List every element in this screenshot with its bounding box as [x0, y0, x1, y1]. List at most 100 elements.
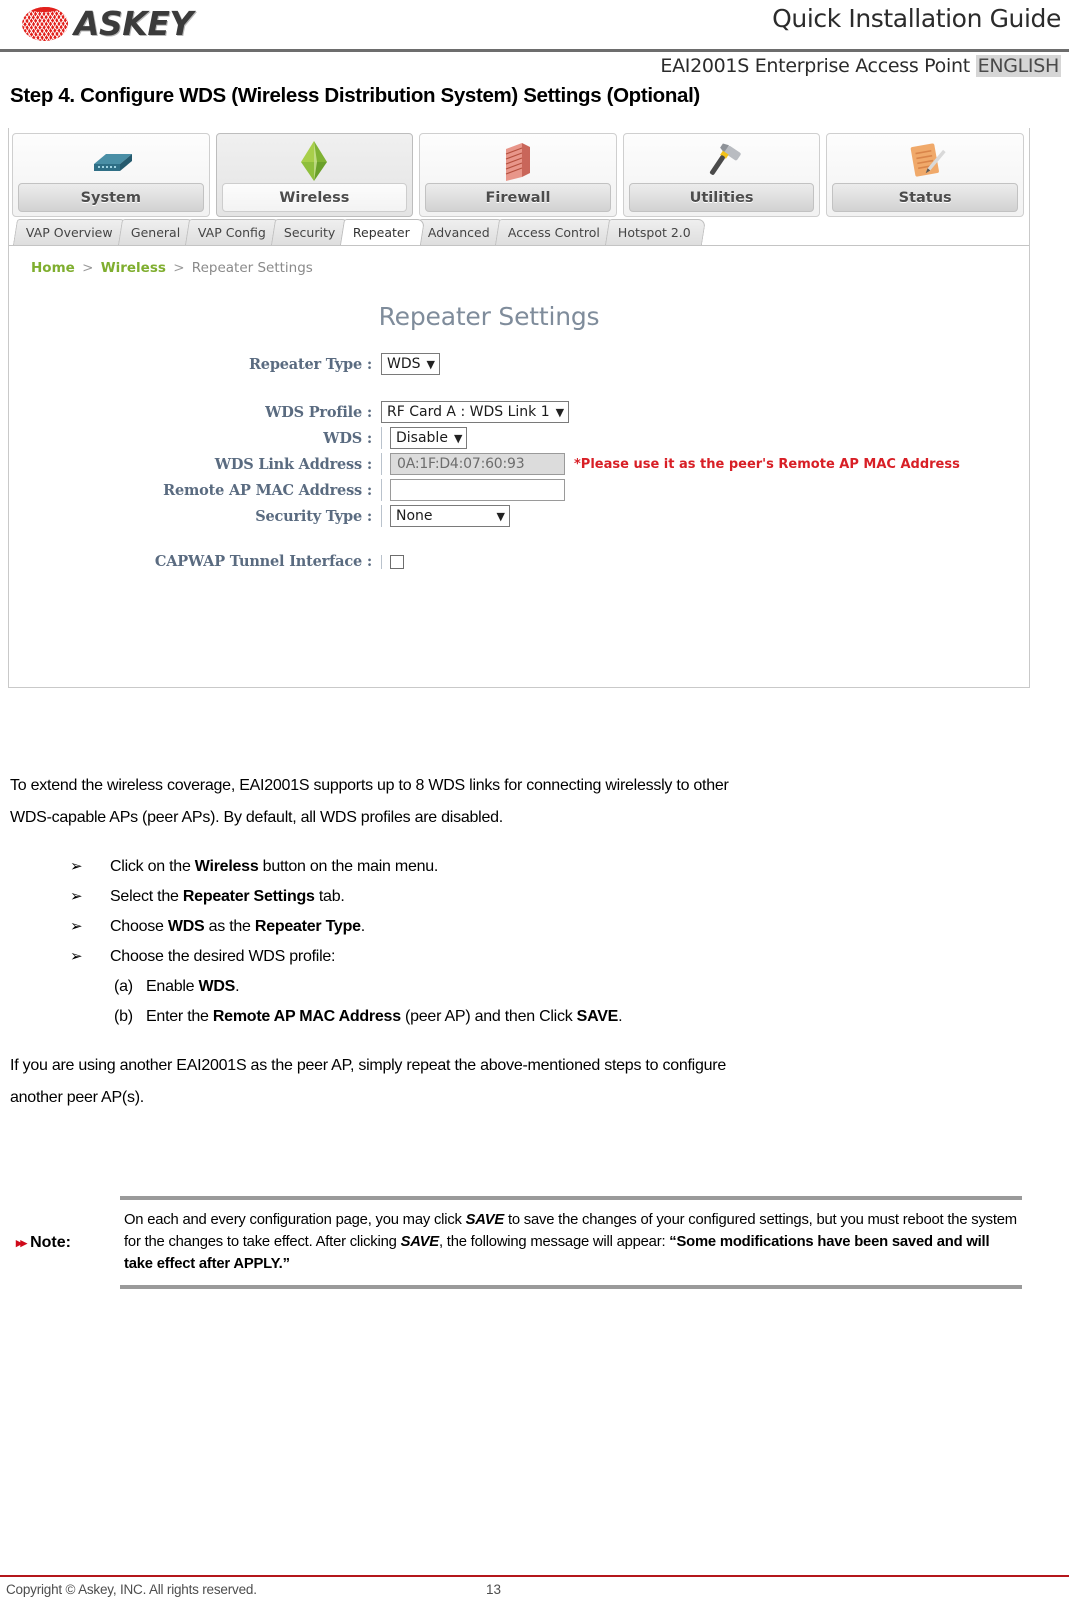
note-text-1: On each and every configuration page, yo…	[124, 1212, 466, 1228]
document-icon	[827, 138, 1023, 184]
tab-vap-config[interactable]: VAP Config	[184, 219, 281, 245]
product-line: EAI2001S Enterprise Access Point	[660, 55, 970, 77]
field-row-wds-profile: WDS Profile : RF Card A : WDS Link 1 ▼	[9, 401, 1029, 423]
copyright-text: Copyright © Askey, INC. All rights reser…	[6, 1582, 257, 1597]
page-footer: Copyright © Askey, INC. All rights reser…	[0, 1575, 1069, 1619]
bullet-arrow-icon: ➢	[70, 918, 83, 935]
capwap-checkbox[interactable]	[390, 554, 404, 569]
field-row-remote-ap-mac: Remote AP MAC Address :	[9, 479, 1029, 501]
nav-button-status[interactable]: Status	[826, 133, 1024, 217]
hammer-icon	[624, 138, 820, 184]
security-type-value: None	[396, 508, 433, 524]
repeater-type-label: Repeater Type :	[248, 355, 372, 373]
repeater-type-value: WDS	[387, 356, 421, 372]
nav-button-firewall[interactable]: Firewall	[419, 133, 617, 217]
brand-wordmark: ASKEY	[74, 4, 193, 43]
tab-security[interactable]: Security	[270, 219, 351, 245]
bullet-2-pre: Select the	[110, 888, 183, 905]
wds-link-address-label: WDS Link Address :	[214, 455, 372, 473]
firewall-icon	[420, 138, 616, 184]
double-arrow-icon: ▸▸	[16, 1234, 27, 1250]
nav-button-utilities-label: Utilities	[628, 183, 815, 212]
tab-hotspot-20-label: Hotspot 2.0	[617, 225, 691, 240]
panel-title: Repeater Settings	[378, 302, 600, 331]
breadcrumb-home[interactable]: Home	[31, 260, 75, 276]
nav-button-system[interactable]: System	[12, 133, 210, 217]
wds-link-address-field: 0A:1F:D4:07:60:93	[390, 453, 565, 475]
remote-ap-mac-input[interactable]	[390, 479, 565, 501]
bullet-1-post: button on the main menu.	[258, 858, 439, 875]
breadcrumb-separator-1: >	[82, 260, 94, 276]
security-type-select[interactable]: None ▼	[390, 505, 510, 527]
field-row-security-type: Security Type : None ▼	[9, 505, 1029, 527]
field-row-wds: WDS : Disable ▼	[9, 427, 1029, 449]
tab-advanced-label: Advanced	[427, 225, 490, 240]
intro-line-2: WDS-capable APs (peer APs). By default, …	[10, 809, 503, 826]
bullet-4-text: Choose the desired WDS profile:	[110, 948, 336, 965]
note-body: On each and every configuration page, yo…	[120, 1196, 1022, 1289]
bullet-arrow-icon: ➢	[70, 948, 83, 965]
tab-advanced[interactable]: Advanced	[414, 219, 505, 245]
step-title: Step 4. Configure WDS (Wireless Distribu…	[10, 84, 700, 107]
intro-line-1: To extend the wireless coverage, EAI2001…	[10, 777, 729, 794]
sub-b-bold: Remote AP MAC Address	[212, 1008, 401, 1025]
nav-button-utilities[interactable]: Utilities	[622, 133, 821, 217]
tab-vap-overview[interactable]: VAP Overview	[12, 219, 128, 245]
guide-title-block: Quick Installation Guide	[772, 5, 1061, 32]
wds-profile-label: WDS Profile :	[265, 403, 372, 421]
wds-profile-select[interactable]: RF Card A : WDS Link 1 ▼	[381, 401, 570, 423]
capwap-label: CAPWAP Tunnel Interface :	[154, 553, 372, 570]
note-save-1: SAVE	[465, 1212, 505, 1228]
router-icon	[13, 138, 209, 184]
closing-line-2: another peer AP(s).	[10, 1089, 144, 1106]
note-label: ▸▸ Note:	[10, 1196, 120, 1289]
sub-a-pre: Enable	[146, 978, 199, 995]
instruction-list: ➢ Click on the Wireless button on the ma…	[10, 852, 1022, 1032]
list-item: (a) Enable WDS.	[114, 972, 1022, 1002]
field-row-capwap: CAPWAP Tunnel Interface :	[9, 553, 1029, 570]
wds-profile-value: RF Card A : WDS Link 1	[387, 404, 550, 420]
bullet-3-bold: WDS	[167, 918, 205, 935]
bullet-3-bold-2: Repeater Type	[254, 918, 361, 935]
tab-hotspot-20[interactable]: Hotspot 2.0	[604, 219, 706, 245]
wds-label: WDS :	[323, 429, 372, 447]
tab-access-control[interactable]: Access Control	[494, 219, 615, 245]
nav-button-wireless[interactable]: Wireless	[215, 133, 414, 217]
nav-button-firewall-label: Firewall	[425, 183, 611, 212]
tab-repeater[interactable]: Repeater	[340, 219, 426, 245]
bullet-3-pre: Choose	[110, 918, 168, 935]
chevron-down-icon: ▼	[555, 405, 565, 419]
bullet-3-post-2: .	[360, 918, 365, 935]
repeater-type-select[interactable]: WDS ▼	[381, 353, 440, 375]
breadcrumb-section[interactable]: Wireless	[101, 260, 166, 276]
body-copy: To extend the wireless coverage, EAI2001…	[10, 770, 1022, 1114]
sub-a-post: .	[235, 978, 240, 995]
bullet-2-post: tab.	[314, 888, 345, 905]
product-line-block: EAI2001S Enterprise Access Point ENGLISH	[660, 55, 1061, 77]
nav-button-wireless-label: Wireless	[221, 183, 408, 212]
page-number: 13	[486, 1582, 502, 1597]
note-save-2: SAVE	[400, 1234, 440, 1250]
note-callout: ▸▸ Note: On each and every configuration…	[10, 1196, 1022, 1289]
page-header: ASKEY Quick Installation Guide EAI2001S …	[0, 0, 1069, 107]
bullet-2-bold: Repeater Settings	[182, 888, 315, 905]
language-badge: ENGLISH	[975, 55, 1061, 77]
tab-general[interactable]: General	[117, 219, 195, 245]
list-item: ➢ Click on the Wireless button on the ma…	[70, 852, 1022, 882]
bullet-3-post: as the	[204, 918, 255, 935]
form-spacer	[9, 379, 1029, 401]
note-text-3: , the following message will appear:	[438, 1234, 670, 1250]
security-type-label: Security Type :	[255, 507, 372, 525]
bullet-arrow-icon: ➢	[70, 858, 83, 875]
sub-b-post-2: .	[618, 1008, 623, 1025]
tab-access-control-label: Access Control	[507, 225, 600, 240]
main-menu: System Wireless Firewall Utilities Statu…	[9, 128, 1029, 218]
nav-button-system-label: System	[18, 183, 204, 212]
nav-button-status-label: Status	[832, 183, 1018, 212]
closing-line-1: If you are using another EAI2001S as the…	[10, 1057, 727, 1074]
tab-vap-overview-label: VAP Overview	[25, 225, 113, 240]
breadcrumb-separator-2: >	[173, 260, 185, 276]
tab-security-label: Security	[283, 225, 336, 240]
bullet-1-pre: Click on the	[110, 858, 195, 875]
wds-select[interactable]: Disable ▼	[390, 427, 468, 449]
